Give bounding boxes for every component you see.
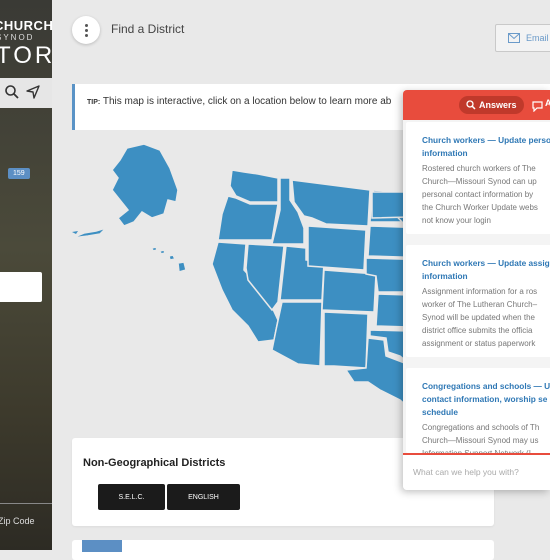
- tab-ask-label: A: [545, 98, 550, 108]
- dot-icon: [85, 29, 88, 32]
- district-alaska[interactable]: [111, 143, 179, 227]
- tab-answers-label: Answers: [479, 100, 517, 110]
- district-wyoming[interactable]: [307, 225, 367, 271]
- brand-line-1: CHURCH: [0, 18, 52, 33]
- answer-body-line: worker of The Lutheran Church–: [422, 300, 538, 309]
- district-colorado[interactable]: [321, 269, 377, 313]
- brand-line-3: TOR: [0, 42, 52, 69]
- location-arrow-icon[interactable]: [25, 84, 41, 100]
- answer-title[interactable]: Church workers — Update perso informatio…: [422, 134, 550, 160]
- answer-body-line: personal contact information by: [422, 190, 534, 199]
- answer-title[interactable]: Church workers — Update assig informatio…: [422, 257, 550, 283]
- answer-title-line: Congregations and schools — U: [422, 381, 550, 391]
- district-new-mexico[interactable]: [323, 311, 369, 369]
- search-icon: [466, 100, 476, 110]
- help-widget-header: Answers A: [403, 90, 550, 120]
- chat-bubble-icon: [532, 101, 543, 113]
- answer-title-line: Church workers — Update assig: [422, 258, 550, 268]
- email-button-label: Email: [526, 33, 549, 43]
- answer-body-line: the Church Worker Update webs: [422, 203, 538, 212]
- help-search-input[interactable]: What can we help you with?: [403, 455, 550, 490]
- answer-card-3[interactable]: Congregations and schools — U contact in…: [406, 368, 550, 458]
- email-button[interactable]: Email: [495, 24, 550, 52]
- location-input[interactable]: [0, 272, 42, 302]
- zip-code-label: Zip Code: [0, 516, 35, 526]
- selc-district-button[interactable]: S.E.L.C.: [98, 484, 165, 510]
- answer-title-line: contact information, worship se: [422, 394, 548, 404]
- district-alaska-tip: [72, 231, 78, 234]
- answer-body-line: Church—Missouri Synod can up: [422, 177, 537, 186]
- answer-body: Rostered church workers of The Church—Mi…: [422, 162, 550, 227]
- answer-title[interactable]: Congregations and schools — U contact in…: [422, 380, 550, 419]
- district-montana[interactable]: [291, 179, 371, 227]
- tab-ask[interactable]: A: [532, 98, 550, 117]
- count-badge: 159: [8, 168, 30, 179]
- next-card: [72, 540, 494, 560]
- answer-body: Assignment information for a ros worker …: [422, 285, 550, 350]
- answer-body-line: Church—Missouri Synod may us: [422, 436, 539, 445]
- district-washington[interactable]: [229, 169, 279, 203]
- search-icon[interactable]: [4, 84, 20, 100]
- english-district-button[interactable]: ENGLISH: [167, 484, 240, 510]
- answer-body-line: assignment or status paperwork: [422, 339, 536, 348]
- help-input-placeholder: What can we help you with?: [413, 467, 519, 477]
- divider: [0, 503, 52, 504]
- non-geographical-title: Non-Geographical Districts: [83, 457, 226, 469]
- top-bar: Find a District Email: [52, 0, 550, 58]
- answer-title-line: Church workers — Update perso: [422, 135, 550, 145]
- dot-icon: [85, 24, 88, 27]
- answer-body-line: Congregations and schools of Th: [422, 423, 540, 432]
- district-arizona[interactable]: [271, 301, 323, 367]
- answer-card-2[interactable]: Church workers — Update assig informatio…: [406, 245, 550, 357]
- answer-title-line: information: [422, 271, 468, 281]
- more-options-button[interactable]: [72, 16, 100, 44]
- answer-title-line: information: [422, 148, 468, 158]
- envelope-icon: [508, 33, 520, 43]
- answer-body-line: Assignment information for a ros: [422, 287, 538, 296]
- page-title: Find a District: [111, 22, 185, 36]
- tab-answers[interactable]: Answers: [459, 96, 524, 114]
- tip-text: This map is interactive, click on a loca…: [102, 96, 392, 107]
- district-hawaii[interactable]: [151, 246, 187, 273]
- answer-body-line: district office submits the officia: [422, 326, 533, 335]
- district-alaska-islands[interactable]: [72, 227, 107, 239]
- card-icon-tab: [82, 540, 122, 552]
- answer-body-line: not know your login: [422, 216, 491, 225]
- brand-line-2: SYNOD: [0, 33, 35, 42]
- dot-icon: [85, 34, 88, 37]
- answer-title-line: schedule: [422, 407, 458, 417]
- search-toolbar: [0, 78, 52, 108]
- answer-body-line: Rostered church workers of The: [422, 164, 536, 173]
- sidebar: CHURCH SYNOD TOR 159 Zip Code: [0, 0, 52, 550]
- tip-label: TIP:: [87, 99, 101, 106]
- answer-card-1[interactable]: Church workers — Update perso informatio…: [406, 122, 550, 234]
- answer-body-line: Synod will be updated when the: [422, 313, 535, 322]
- help-widget: Answers A Church workers — Update perso …: [403, 90, 550, 490]
